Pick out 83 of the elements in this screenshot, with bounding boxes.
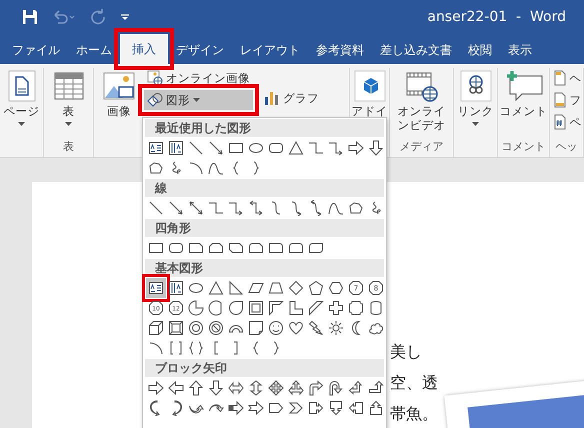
header-icon [552,70,568,86]
teardrop-shape[interactable] [226,298,246,318]
document-text: 空、透 [390,373,438,394]
undo-icon[interactable] [52,10,76,24]
ribbon-button[interactable]: リンク [456,68,494,128]
donut-shape[interactable] [186,318,206,338]
smiley-shape[interactable] [266,318,286,338]
striped-right-arrow-shape[interactable] [226,398,246,418]
pentagon-shape[interactable] [306,278,326,298]
ribbon-button[interactable]: 図形 [144,90,253,110]
plaque-shape[interactable] [346,298,366,318]
cube-shape[interactable] [146,318,166,338]
section-header: 基本図形 [145,259,384,277]
page-number-icon [552,114,568,130]
ribbon-button[interactable]: コメント [498,68,548,121]
no-symbol-shape[interactable] [206,318,226,338]
vertical-text-box-shape[interactable] [166,278,186,298]
left-arrow-shape[interactable] [166,378,186,398]
section-header: 四角形 [145,219,384,237]
quad-arrow-shape[interactable] [266,378,286,398]
ribbon-button[interactable]: グラフ [261,88,322,108]
down-arrow-shape[interactable] [206,378,226,398]
ribbon-tab[interactable]: 校閲 [460,36,500,64]
section-header: 最近使用した図形 [145,119,384,137]
cross-shape[interactable] [326,298,346,318]
section-header: 線 [145,179,384,197]
ribbon-button[interactable]: フ [552,90,582,110]
sun-shape[interactable] [326,318,346,338]
shapes-icon [147,92,163,108]
pie-shape[interactable] [186,298,206,318]
half-frame-shape[interactable] [266,298,286,318]
right-arrow-shape[interactable] [346,138,366,158]
ribbon-button[interactable]: 表 [52,68,86,128]
caret-icon [18,122,25,126]
ribbon-tab[interactable]: 表示 [500,36,540,64]
down-arrow-shape[interactable] [366,138,386,158]
group-label: メディア [400,140,444,153]
section-header: ブロック矢印 [145,359,384,377]
customize-icon[interactable] [120,12,130,22]
ribbon-button[interactable]: ヘ [552,68,582,88]
ribbon-tab[interactable]: ホーム [68,36,120,64]
ribbon-tab[interactable]: デザイン [168,36,232,64]
window-title: anser22-01 - Word [427,9,566,25]
ribbon-tab[interactable]: レイアウト [232,36,308,64]
page-icon [6,70,38,102]
document-text: 帯魚。 [390,404,438,425]
up-arrow-shape[interactable] [186,378,206,398]
ribbon-tab[interactable]: ファイル [4,36,68,64]
diagonal-stripe-shape[interactable] [306,298,326,318]
diamond-shape[interactable] [286,278,306,298]
cube-icon [354,70,386,102]
table-icon [52,70,84,102]
film-globe-icon [406,70,438,102]
caret-icon [65,122,72,126]
frame-shape[interactable] [246,298,266,318]
bevel-shape[interactable] [166,318,186,338]
notched-right-arrow-shape[interactable] [246,398,266,418]
ribbon-button[interactable]: ペ [552,112,582,132]
right-arrow-shape[interactable] [146,378,166,398]
ribbon-button[interactable]: オンラインビデオ [392,68,452,135]
redo-icon[interactable] [90,9,106,25]
text-box-shape[interactable] [146,278,166,298]
ribbon-button[interactable]: 画像 [102,68,136,121]
caret-icon [193,98,200,102]
group-label: ヘッ [556,140,578,153]
ribbon-tab[interactable]: 参考資料 [308,36,372,64]
left-right-up-arrow-shape[interactable] [286,378,306,398]
ribbon-tab[interactable]: 差し込み文書 [372,36,460,64]
ribbon-tab[interactable]: 挿入 [120,34,168,64]
group-label: 表 [63,140,74,153]
ribbon-button[interactable]: ページ [2,68,40,128]
save-icon[interactable] [22,9,38,25]
folded-corner-shape[interactable] [246,318,266,338]
document-text: 美し [390,342,423,363]
picture-globe-icon [147,70,163,86]
footer-icon [552,92,568,108]
ribbon-button[interactable]: オンライン画像 [144,68,253,88]
picture-icon [103,70,135,102]
chart-icon [264,90,280,106]
link-globe-icon [460,70,492,102]
vertical-text-box-shape[interactable] [166,138,186,158]
caret-icon [472,122,479,126]
group-label: コメント [502,140,546,153]
